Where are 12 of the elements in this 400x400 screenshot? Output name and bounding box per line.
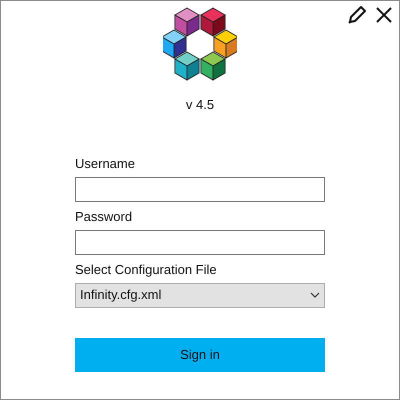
- close-icon[interactable]: [375, 6, 393, 24]
- version-label: v 4.5: [186, 96, 214, 114]
- password-field[interactable]: [75, 230, 325, 254]
- field-label: Username: [75, 154, 136, 172]
- username-field[interactable]: [75, 176, 325, 202]
- sign-in-button[interactable]: Sign in: [75, 338, 325, 372]
- chevron-down-icon: [310, 292, 320, 298]
- pencil-icon[interactable]: [347, 5, 367, 25]
- field-label: Select Configuration File: [75, 260, 218, 278]
- field-label: Password: [75, 208, 134, 226]
- config-dropdown[interactable]: Infinity.cfg.xml: [75, 282, 325, 308]
- logo-icon: [163, 7, 237, 81]
